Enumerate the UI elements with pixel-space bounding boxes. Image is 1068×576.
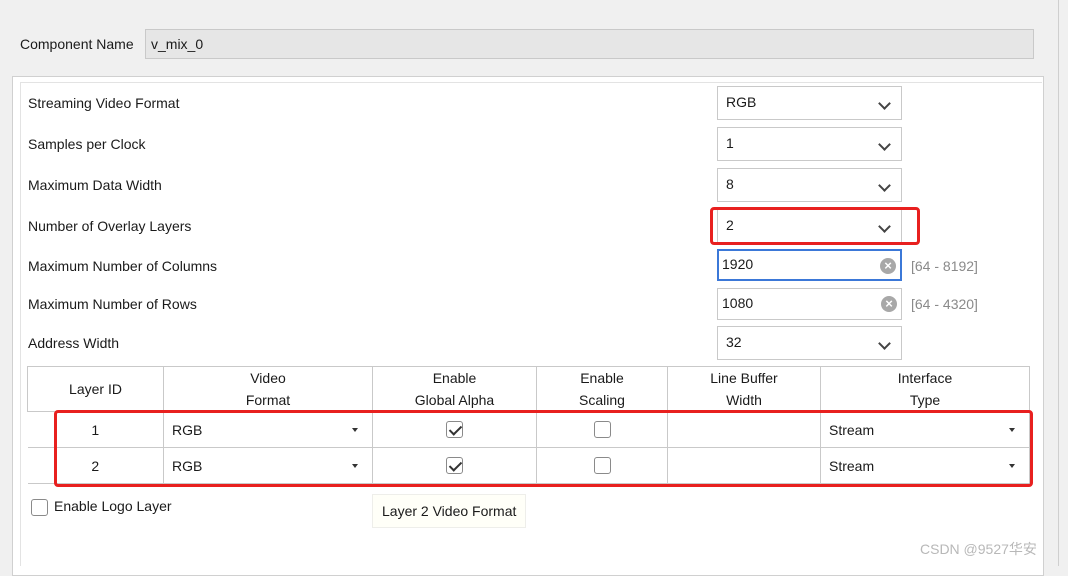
maximum-data-width-select[interactable]: 8 xyxy=(717,168,902,202)
chevron-down-icon xyxy=(878,337,891,350)
chevron-down-icon xyxy=(878,179,891,192)
column-header-interface-type: Interface Type xyxy=(820,366,1030,412)
address-width-value: 32 xyxy=(726,334,742,350)
column-header-video-format: Video Format xyxy=(163,366,373,412)
clear-icon[interactable]: × xyxy=(881,296,897,312)
column-header-global-alpha: Enable Global Alpha xyxy=(372,366,537,412)
chevron-down-icon xyxy=(878,97,891,110)
max-columns-label: Maximum Number of Columns xyxy=(28,258,218,274)
samples-per-clock-select[interactable]: 1 xyxy=(717,127,902,161)
samples-per-clock-value: 1 xyxy=(726,135,734,151)
column-header-layer-id: Layer ID xyxy=(27,366,164,412)
streaming-video-format-value: RGB xyxy=(726,94,757,110)
clear-icon[interactable]: × xyxy=(880,258,896,274)
component-name-label: Component Name xyxy=(20,36,134,52)
max-rows-range: [64 - 4320] xyxy=(911,296,978,312)
watermark: CSDN @9527华安 xyxy=(920,541,1037,557)
max-rows-label: Maximum Number of Rows xyxy=(28,296,197,312)
maximum-data-width-value: 8 xyxy=(726,176,734,192)
streaming-video-format-select[interactable]: RGB xyxy=(717,86,902,120)
column-header-scaling: Enable Scaling xyxy=(536,366,668,412)
address-width-select[interactable]: 32 xyxy=(717,326,902,360)
overlay-layers-highlight xyxy=(710,207,920,245)
max-rows-input[interactable]: 1080 × xyxy=(717,288,902,320)
max-columns-range: [64 - 8192] xyxy=(911,258,978,274)
table-header-row: Layer ID Video Format Enable Global Alpha … xyxy=(27,366,1030,412)
component-name-field[interactable]: v_mix_0 xyxy=(145,29,1034,59)
logo-layer-option[interactable]: Enable Logo Layer xyxy=(31,498,172,516)
column-header-line-buffer-width: Line Buffer Width xyxy=(667,366,821,412)
max-rows-value: 1080 xyxy=(722,295,754,311)
logo-layer-checkbox[interactable] xyxy=(31,498,48,516)
max-columns-input[interactable]: 1920 × xyxy=(717,249,902,281)
chevron-down-icon xyxy=(878,138,891,151)
layers-rows-highlight xyxy=(54,410,1033,487)
logo-layer-label: Enable Logo Layer xyxy=(54,498,172,514)
samples-per-clock-label: Samples per Clock xyxy=(28,136,146,152)
maximum-data-width-label: Maximum Data Width xyxy=(28,177,162,193)
streaming-video-format-label: Streaming Video Format xyxy=(28,95,180,111)
address-width-label: Address Width xyxy=(28,335,120,351)
right-border xyxy=(1058,0,1059,566)
max-columns-value: 1920 xyxy=(722,256,754,272)
tooltip: Layer 2 Video Format xyxy=(372,494,527,528)
top-strip xyxy=(0,0,1068,10)
overlay-layers-label: Number of Overlay Layers xyxy=(28,218,192,234)
